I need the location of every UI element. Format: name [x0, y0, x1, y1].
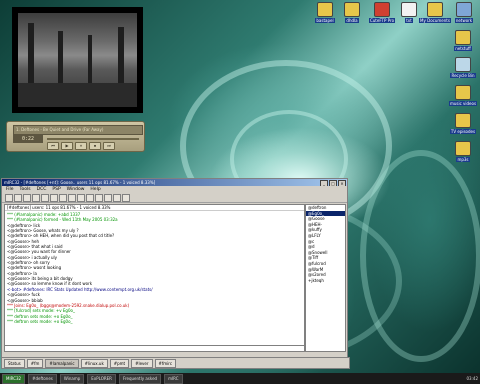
stop-button[interactable]: ⏹ — [89, 142, 101, 150]
desktop-icon-netstuff[interactable]: netstuff — [446, 30, 480, 52]
folder-icon — [455, 141, 471, 156]
desktop-icon-label: mp3s — [456, 157, 470, 162]
switchbar-tab-channel[interactable]: #linux.uk — [80, 358, 108, 368]
folder-icon — [455, 30, 471, 45]
address-book-icon[interactable] — [32, 193, 40, 202]
desktop-icon-label: Recycle Bin — [450, 73, 476, 78]
nick-list-item[interactable]: +jkteqh — [306, 278, 345, 284]
help-icon[interactable] — [122, 193, 130, 202]
desktop-icon-music-videos[interactable]: music videos — [446, 85, 480, 107]
taskbar-item[interactable]: mIRC — [164, 373, 183, 384]
previous-button[interactable]: ⏮ — [47, 142, 59, 150]
maximize-button[interactable]: □ — [329, 180, 337, 186]
player-time: 0:22 — [13, 135, 43, 143]
mirc-window[interactable]: mIRC32 - [#deftones [+nt]: Goose.. users… — [1, 178, 348, 358]
taskbar-clock: 03:42 — [466, 376, 478, 381]
media-player[interactable]: 1. Deftones - Be Quiet and Drive (Far Aw… — [6, 121, 145, 152]
nick-list[interactable]: @deftron @Eg0o_ @Goose @HEH- @kuffy @LFL… — [305, 204, 346, 352]
taskbar: MIRC32 #deftones Winamp ExPLORER Frequen… — [0, 373, 480, 384]
mirc-title-text: mIRC32 - [#deftones [+nt]: Goose.. users… — [4, 180, 156, 185]
network-icon — [456, 2, 472, 17]
menu-tools[interactable]: Tools — [20, 186, 31, 193]
text-file-icon — [401, 2, 417, 17]
taskbar-item[interactable]: MIRC32 — [2, 373, 26, 384]
folder-icon — [344, 2, 360, 17]
minimize-button[interactable]: _ — [320, 180, 328, 186]
tile-icon[interactable] — [59, 193, 67, 202]
menu-help[interactable]: Help — [90, 186, 100, 193]
channels-icon[interactable] — [23, 193, 31, 202]
close-button[interactable]: × — [338, 180, 346, 186]
video-window[interactable] — [12, 7, 143, 113]
switchbar-tab-channel[interactable]: #lamalpanic — [45, 358, 79, 368]
switchbar-tab-channel[interactable]: #pmt — [109, 358, 130, 368]
connect-icon[interactable] — [5, 193, 13, 202]
options-icon[interactable] — [14, 193, 22, 202]
menu-psp[interactable]: PSP — [52, 186, 60, 193]
desktop-icon-label: txt — [405, 18, 413, 23]
chat-line: *** deftron sets mode: +o Eg0o_ — [7, 318, 73, 324]
desktop-icon-label: bastapel — [315, 18, 335, 23]
video-frame — [18, 13, 137, 107]
switchbar-tab-channel[interactable]: #lever — [131, 358, 153, 368]
cascade-icon[interactable] — [68, 193, 76, 202]
wallpaper-swirl — [360, 150, 480, 362]
next-button[interactable]: ⏭ — [103, 142, 115, 150]
desktop-icon-label: network — [454, 18, 474, 23]
notify-icon[interactable] — [95, 193, 103, 202]
menu-file[interactable]: File — [6, 186, 14, 193]
documents-icon — [427, 2, 443, 17]
chat-icon[interactable] — [50, 193, 58, 202]
folder-icon — [317, 2, 333, 17]
log-icon[interactable] — [113, 193, 121, 202]
desktop-icon-label: music videos — [448, 101, 478, 106]
taskbar-item[interactable]: Winamp — [59, 373, 85, 384]
ftp-icon — [374, 2, 390, 17]
desktop-icon-dhdla[interactable]: dhdla — [335, 2, 369, 24]
play-button[interactable]: ▶ — [61, 142, 73, 150]
player-song-display: 1. Deftones - Be Quiet and Drive (Far Aw… — [13, 125, 143, 135]
desktop-wallpaper: bastapel dhdla CuteFTP Pro txt My Docume… — [0, 0, 480, 384]
switchbar-tab-status[interactable]: Status — [4, 358, 25, 368]
desktop-icon-mp3s[interactable]: mp3s — [446, 141, 480, 163]
mirc-title-bar[interactable]: mIRC32 - [#deftones [+nt]: Goose.. users… — [2, 179, 347, 186]
taskbar-item[interactable]: ExPLORER — [87, 373, 116, 384]
pause-button[interactable]: ⏸ — [75, 142, 87, 150]
chat-input[interactable] — [4, 345, 305, 352]
folder-icon — [455, 113, 471, 128]
desktop-icon-network[interactable]: network — [447, 2, 480, 24]
switchbar-tab-channel[interactable]: #fmirc — [154, 358, 177, 368]
desktop-icon-label: netstuff — [454, 46, 472, 51]
switchbar-tab-channel[interactable]: #fm — [26, 358, 44, 368]
taskbar-item[interactable]: #deftones — [28, 373, 57, 384]
chat-lines: *** (#lamalpanic) mode: +abd 1337 *** (#… — [5, 211, 304, 325]
mirc-switchbar: Status #fm #lamalpanic #linux.uk #pmt #l… — [1, 357, 350, 369]
urls-icon[interactable] — [104, 193, 112, 202]
video-shape — [18, 83, 137, 107]
desktop-icon-label: TV episodes — [449, 129, 477, 134]
taskbar-item[interactable]: Frequently asked — [118, 373, 162, 384]
arrange-icon[interactable] — [77, 193, 85, 202]
desktop-icon-label: dhdla — [345, 18, 359, 23]
mirc-menu-bar: File Tools DCC PSP Window Help — [2, 186, 347, 193]
player-seek-bar[interactable] — [47, 138, 139, 140]
mirc-toolbar — [2, 193, 347, 203]
menu-window[interactable]: Window — [67, 186, 85, 193]
chat-area[interactable]: [#deftones] users: 11 ops 81.67% - 1 voi… — [4, 204, 305, 346]
recycle-bin-icon — [455, 57, 471, 72]
menu-dcc[interactable]: DCC — [37, 186, 47, 193]
desktop-icon-recycle-bin[interactable]: Recycle Bin — [446, 57, 480, 79]
colors-icon[interactable] — [86, 193, 94, 202]
folder-icon — [455, 85, 471, 100]
send-icon[interactable] — [41, 193, 49, 202]
desktop-icon-tv-episodes[interactable]: TV episodes — [446, 113, 480, 135]
